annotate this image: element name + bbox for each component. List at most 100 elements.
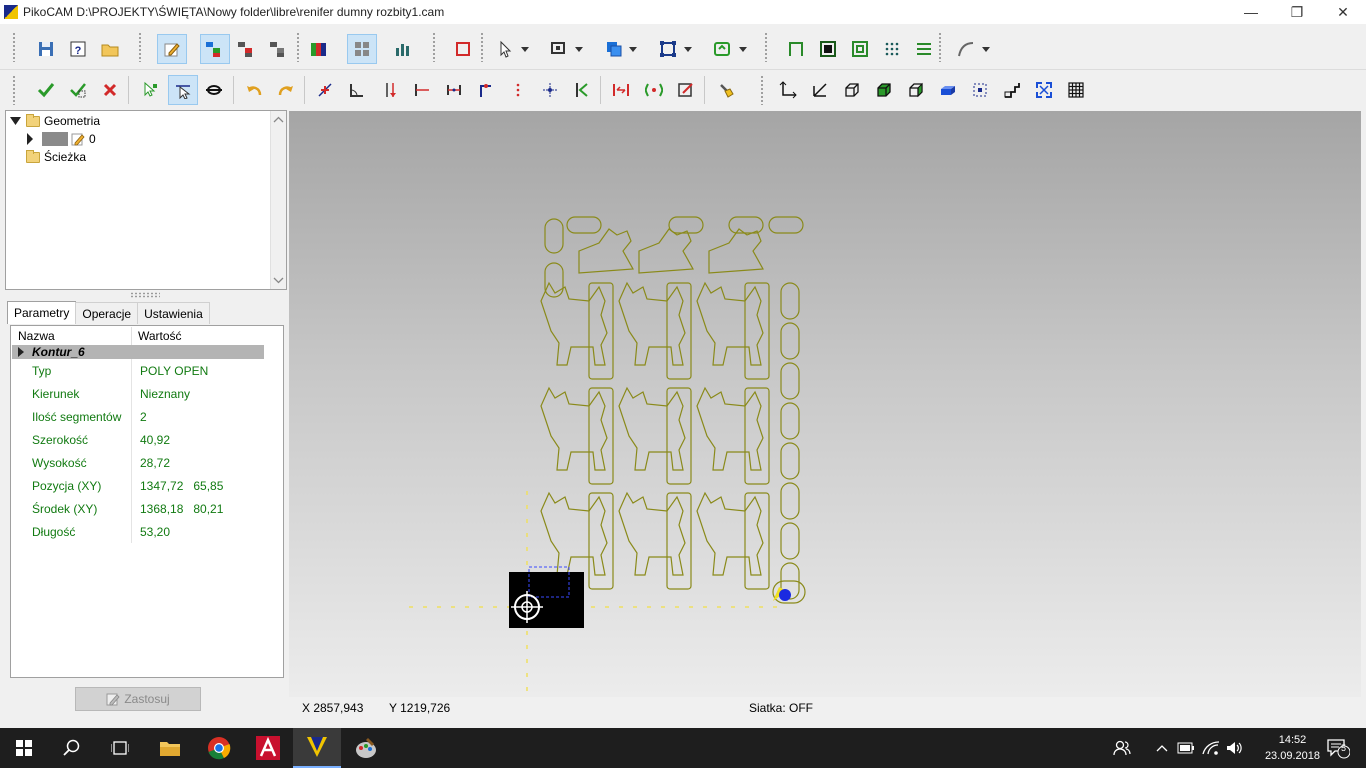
- cursor-icon[interactable]: [492, 36, 518, 62]
- reverse-icon[interactable]: [608, 77, 634, 103]
- wifi-icon[interactable]: [1198, 728, 1224, 768]
- reindeer-parts-group[interactable]: [540, 216, 806, 604]
- reindeer-body-part[interactable]: [696, 386, 764, 471]
- pikocam-taskbar-icon[interactable]: [293, 728, 341, 768]
- chrome-icon[interactable]: [195, 728, 243, 768]
- drill-points-icon[interactable]: [879, 36, 905, 62]
- property-value[interactable]: 1368,18 80,21: [132, 497, 223, 520]
- checkmark-icon[interactable]: [33, 77, 59, 103]
- reindeer-body-part[interactable]: [618, 491, 686, 576]
- paint-icon[interactable]: [342, 728, 390, 768]
- view-solid-icon[interactable]: [935, 77, 961, 103]
- toolbar-grip[interactable]: [138, 32, 142, 62]
- bounding-box-icon[interactable]: [450, 36, 476, 62]
- volume-icon[interactable]: [1222, 728, 1248, 768]
- tab-settings[interactable]: Ustawienia: [137, 302, 210, 324]
- edit-icon[interactable]: [157, 34, 187, 64]
- chevron-down-icon[interactable]: [520, 36, 530, 62]
- people-icon[interactable]: [1104, 728, 1140, 768]
- chevron-down-icon[interactable]: [628, 36, 638, 62]
- chevron-down-icon[interactable]: [574, 36, 584, 62]
- toolbar-grip[interactable]: [12, 75, 16, 105]
- slot-part[interactable]: [728, 216, 764, 234]
- grid-view-icon[interactable]: [347, 34, 377, 64]
- start-point-icon[interactable]: [569, 77, 595, 103]
- toolbar-grip[interactable]: [296, 32, 300, 62]
- status-grid[interactable]: Siatka: OFF: [749, 701, 813, 715]
- angle-icon[interactable]: [344, 77, 370, 103]
- slot-part[interactable]: [780, 482, 800, 520]
- tree-node-geometry[interactable]: Geometria: [10, 112, 100, 130]
- reindeer-head-part[interactable]: [578, 228, 634, 274]
- boolean-icon[interactable]: [601, 36, 627, 62]
- reindeer-head-part[interactable]: [708, 228, 764, 274]
- redo-icon[interactable]: [273, 77, 299, 103]
- property-row[interactable]: Środek (XY) 1368,18 80,21: [12, 497, 264, 520]
- property-value[interactable]: 40,92: [132, 428, 170, 451]
- color-layers-icon[interactable]: [306, 36, 332, 62]
- chart-icon[interactable]: [389, 36, 415, 62]
- windows-start-icon[interactable]: [0, 728, 48, 768]
- reindeer-body-part[interactable]: [540, 281, 608, 366]
- column-header-value[interactable]: Wartość: [132, 327, 264, 345]
- tree-node-layer[interactable]: 0: [26, 130, 96, 148]
- chevron-down-icon[interactable]: [981, 36, 991, 62]
- align-left-icon[interactable]: [409, 77, 435, 103]
- view-front-icon[interactable]: [871, 77, 897, 103]
- toolbar-grip[interactable]: [12, 32, 16, 62]
- axis-xy-icon[interactable]: [775, 77, 801, 103]
- property-value[interactable]: 1347,72 65,85: [132, 474, 223, 497]
- search-icon[interactable]: [48, 728, 96, 768]
- undo-icon[interactable]: [241, 77, 267, 103]
- pocket-icon[interactable]: [815, 36, 841, 62]
- property-value[interactable]: 53,20: [132, 520, 170, 543]
- reindeer-body-part[interactable]: [618, 281, 686, 366]
- toolbar-grip[interactable]: [432, 32, 436, 62]
- chevron-right-icon[interactable]: [16, 347, 26, 357]
- zoom-extents-icon[interactable]: [1031, 77, 1057, 103]
- save-icon[interactable]: [33, 36, 59, 62]
- restore-button[interactable]: ❐: [1274, 0, 1320, 24]
- lead-in-icon[interactable]: [641, 77, 667, 103]
- column-header-name[interactable]: Nazwa: [12, 327, 132, 345]
- toolbar-grip[interactable]: [938, 32, 942, 62]
- chain-icon[interactable]: [201, 77, 227, 103]
- minimize-button[interactable]: —: [1228, 0, 1274, 24]
- property-row[interactable]: Długość 53,20: [12, 520, 264, 543]
- lines-icon[interactable]: [911, 36, 937, 62]
- slot-part[interactable]: [780, 442, 800, 480]
- slot-part[interactable]: [768, 216, 804, 234]
- property-value[interactable]: 2: [132, 405, 147, 428]
- chevron-up-icon[interactable]: [1150, 728, 1174, 768]
- slot-part[interactable]: [544, 218, 564, 254]
- center-point-icon[interactable]: [537, 77, 563, 103]
- slot-part[interactable]: [780, 402, 800, 440]
- property-row[interactable]: Ilość segmentów 2: [12, 405, 264, 428]
- offset-icon[interactable]: [847, 36, 873, 62]
- system-clock[interactable]: 14:52 23.09.2018: [1265, 732, 1320, 764]
- layer-color-swatch[interactable]: [42, 132, 68, 146]
- cad-viewport[interactable]: [289, 111, 1361, 697]
- corner-icon[interactable]: [473, 77, 499, 103]
- check-all-icon[interactable]: [65, 77, 91, 103]
- toolbar-grip[interactable]: [760, 75, 764, 105]
- open-contour-icon[interactable]: [783, 36, 809, 62]
- slot-part[interactable]: [780, 282, 800, 320]
- property-value[interactable]: Nieznany: [132, 382, 190, 405]
- brush-icon[interactable]: [713, 77, 739, 103]
- tab-operations[interactable]: Operacje: [75, 302, 139, 324]
- chevron-down-icon[interactable]: [10, 116, 22, 126]
- vertical-dots-icon[interactable]: [505, 77, 531, 103]
- drawing-canvas[interactable]: [289, 111, 1361, 697]
- task-view-icon[interactable]: [96, 728, 144, 768]
- chevron-down-icon[interactable]: [683, 36, 693, 62]
- zoom-window-icon[interactable]: [967, 77, 993, 103]
- chevron-down-icon[interactable]: [738, 36, 748, 62]
- reindeer-body-part[interactable]: [540, 386, 608, 471]
- distribute-icon[interactable]: [441, 77, 467, 103]
- panel-splitter[interactable]: [130, 292, 160, 298]
- axis-iso-icon[interactable]: [807, 77, 833, 103]
- slot-part[interactable]: [780, 362, 800, 400]
- align-bottom-icon[interactable]: [377, 77, 403, 103]
- tree-scrollbar[interactable]: [270, 111, 286, 289]
